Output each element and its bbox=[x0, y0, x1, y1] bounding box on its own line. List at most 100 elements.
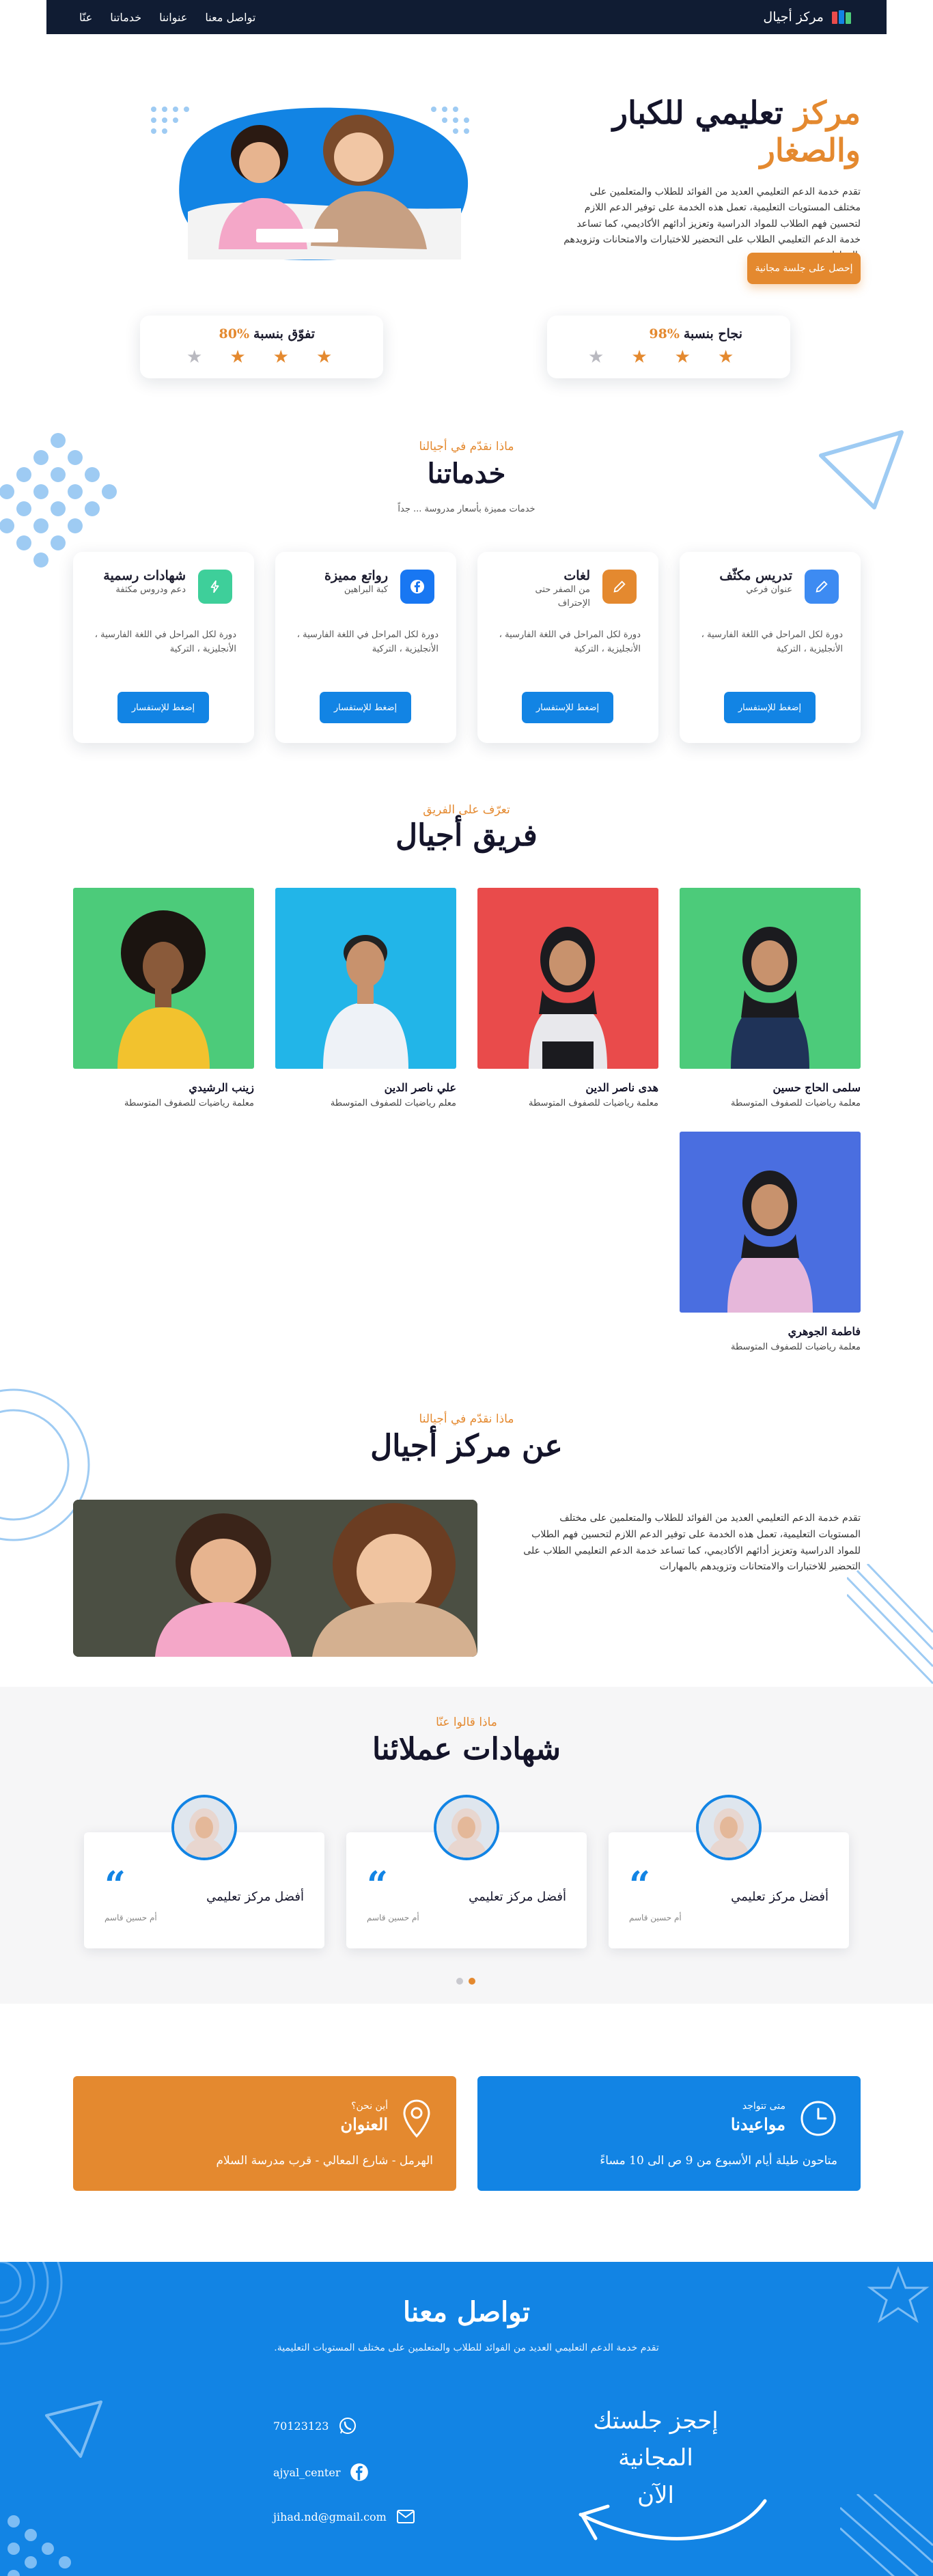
member-name: علي ناصر الدين bbox=[384, 1081, 456, 1094]
about-eyebrow: ماذا نقدّم في أجيالنا bbox=[419, 1412, 514, 1426]
about-photo bbox=[73, 1500, 477, 1657]
hours-title: مواعيدنا bbox=[730, 2114, 785, 2134]
person-silhouette-icon bbox=[323, 935, 408, 1069]
testimonials-eyebrow: ماذا قالوا عنّا bbox=[436, 1716, 497, 1729]
service-subtitle: عنوان فرعي bbox=[746, 585, 792, 595]
avatar-hijab-icon bbox=[699, 1797, 759, 1858]
member-photo bbox=[680, 888, 861, 1069]
contact-section: تواصل معنا تقدم خدمة الدعم التعليمي العد… bbox=[0, 2262, 933, 2576]
facebook-icon bbox=[350, 2463, 369, 2481]
service-title: لغات bbox=[563, 568, 590, 583]
service-inquire-button[interactable]: إضغط للإستفسار bbox=[724, 692, 816, 723]
bolt-icon bbox=[210, 580, 219, 593]
curved-arrow-icon bbox=[579, 2499, 767, 2540]
stat-success-line: نجاح بنسبة 98% bbox=[649, 326, 742, 341]
nav-link-address[interactable]: عنواننا bbox=[159, 11, 187, 24]
hero-body: تقدم خدمة الدعم التعليمي العديد من الفوا… bbox=[563, 186, 861, 260]
service-body: دورة لكل المراحل في اللغة الفارسية ، الأ… bbox=[94, 630, 236, 654]
member-role: معلمة رياضيات للصفوف المتوسطة bbox=[124, 1098, 254, 1108]
team-member: سلمى الحاج حسين معلمة رياضيات للصفوف الم… bbox=[680, 888, 861, 1108]
address-title: العنوان bbox=[340, 2114, 389, 2134]
hero-photo-illustration bbox=[151, 107, 469, 260]
teacher-student-photo-icon bbox=[73, 1500, 477, 1657]
address-card: أين نحن؟ العنوان الهرمل - شارع المعالي -… bbox=[73, 2076, 456, 2191]
member-photo bbox=[477, 888, 658, 1069]
nav-link-about[interactable]: عنّا bbox=[79, 11, 92, 24]
service-card: لغات من الصفر حتى الإحتراف دورة لكل المر… bbox=[477, 552, 658, 743]
carousel-dots bbox=[456, 1978, 475, 1985]
service-subtitle: كبة البراهين bbox=[344, 585, 388, 595]
stripes-decoration-icon bbox=[847, 1564, 933, 1685]
service-title: شهادات رسمية bbox=[103, 568, 186, 583]
member-role: معلم رياضيات للصفوف المتوسطة bbox=[330, 1098, 456, 1108]
contact-title: تواصل معنا bbox=[402, 2296, 531, 2328]
about-body: تقدم خدمة الدعم التعليمي العديد من الفوا… bbox=[523, 1513, 861, 1573]
service-inquire-button[interactable]: إضغط للإستفسار bbox=[320, 692, 411, 723]
services-eyebrow: ماذا نقدّم في أجيالنا bbox=[419, 440, 514, 453]
address-eyebrow: أين نحن؟ bbox=[351, 2101, 388, 2112]
team-title: فريق أجيال bbox=[395, 818, 538, 853]
contact-email-text: jihad.nd@gmail.com bbox=[273, 2510, 387, 2523]
quote-icon: “ bbox=[367, 1863, 389, 1907]
avatar bbox=[171, 1795, 237, 1860]
testimonial-title: أفضل مركز تعليمي bbox=[206, 1890, 304, 1904]
books-logo-icon bbox=[832, 10, 851, 24]
hero-text: مركز تعليمي للكبار والصغار تقدم خدمة الد… bbox=[560, 94, 861, 264]
member-photo bbox=[73, 888, 254, 1069]
stat-success-label: نجاح بنسبة bbox=[683, 326, 742, 341]
nav-link-contact[interactable]: تواصل معنا bbox=[205, 11, 255, 24]
testimonial-author: أم حسين قاسم bbox=[105, 1913, 157, 1922]
team-member: فاطمة الجوهري معلمة رياضيات للصفوف المتو… bbox=[680, 1132, 861, 1352]
contact-email[interactable]: jihad.nd@gmail.com bbox=[273, 2509, 415, 2524]
services-title: خدماتنا bbox=[427, 458, 506, 490]
service-body: دورة لكل المراحل في اللغة الفارسية ، الأ… bbox=[701, 630, 843, 654]
team-member: علي ناصر الدين معلم رياضيات للصفوف المتو… bbox=[275, 888, 456, 1108]
brand[interactable]: مركز أجيال bbox=[763, 9, 854, 25]
contact-phone[interactable]: 70123123 bbox=[273, 2416, 357, 2435]
hours-card: متى تتواجد مواعيدنا متاحون طيلة أيام الأ… bbox=[477, 2076, 861, 2191]
contact-subtitle: تقدم خدمة الدعم التعليمي العديد من الفوا… bbox=[274, 2342, 659, 2353]
facebook-icon bbox=[410, 580, 424, 593]
services-subtitle: خدمات مميزة بأسعار مدروسة ... جداً bbox=[398, 504, 535, 514]
member-role: معلمة رياضيات للصفوف المتوسطة bbox=[731, 1098, 861, 1108]
person-silhouette-icon bbox=[117, 910, 210, 1069]
avatar bbox=[696, 1795, 762, 1860]
member-role: معلمة رياضيات للصفوف المتوسطة bbox=[731, 1342, 861, 1352]
carousel-dot-active[interactable] bbox=[469, 1978, 475, 1985]
service-body: دورة لكل المراحل في اللغة الفارسية ، الأ… bbox=[499, 630, 641, 654]
service-inquire-button[interactable]: إضغط للإستفسار bbox=[117, 692, 209, 723]
service-card: تدريس مكثّف عنوان فرعي دورة لكل المراحل … bbox=[680, 552, 861, 743]
nav-link-services[interactable]: خدماتنا bbox=[110, 11, 141, 24]
whatsapp-icon bbox=[339, 2418, 357, 2434]
quote-icon: “ bbox=[105, 1863, 126, 1907]
hero-cta-button[interactable]: إحصل على جلسة مجانية bbox=[747, 253, 861, 284]
person-silhouette-icon bbox=[731, 927, 809, 1069]
carousel-dot[interactable] bbox=[456, 1978, 463, 1985]
member-name: سلمى الحاج حسين bbox=[772, 1081, 861, 1094]
service-title: رواتع مميزة bbox=[324, 568, 388, 583]
top-navbar: مركز أجيال عنّا خدماتنا عنواننا تواصل مع… bbox=[46, 0, 887, 34]
testimonial-author: أم حسين قاسم bbox=[367, 1913, 419, 1922]
service-card: رواتع مميزة كبة البراهين دورة لكل المراح… bbox=[275, 552, 456, 743]
stat-excellence-label: تفوّق بنسبة bbox=[253, 326, 315, 341]
hours-eyebrow: متى تتواجد bbox=[742, 2101, 785, 2112]
member-photo bbox=[680, 1132, 861, 1313]
team-eyebrow: تعرّف على الفريق bbox=[423, 803, 510, 817]
service-icon-box bbox=[400, 570, 434, 604]
contact-facebook[interactable]: ajyal_center bbox=[273, 2463, 369, 2482]
location-pin-icon bbox=[403, 2099, 430, 2138]
hero-illustration bbox=[140, 89, 482, 266]
contact-phone-text: 70123123 bbox=[273, 2419, 329, 2433]
service-inquire-button[interactable]: إضغط للإستفسار bbox=[522, 692, 613, 723]
member-name: زينب الرشيدي bbox=[189, 1081, 254, 1094]
stat-excellence-value: 80% bbox=[219, 326, 250, 341]
nav-links: عنّا خدماتنا عنواننا تواصل معنا bbox=[79, 11, 255, 24]
testimonial-title: أفضل مركز تعليمي bbox=[469, 1890, 566, 1904]
hero-title-part-2: تعليمي للكبار bbox=[612, 94, 783, 131]
stat-success-value: 98% bbox=[649, 326, 680, 341]
service-subtitle: دعم ودروس مكثفة bbox=[115, 585, 186, 595]
hero-title-part-3: والصغار bbox=[760, 132, 861, 169]
hero-title-part-1: مركز bbox=[794, 94, 861, 131]
service-heading: لغات من الصفر حتى الإحتراف bbox=[515, 568, 590, 610]
service-heading: رواتع مميزة كبة البراهين bbox=[324, 568, 388, 597]
